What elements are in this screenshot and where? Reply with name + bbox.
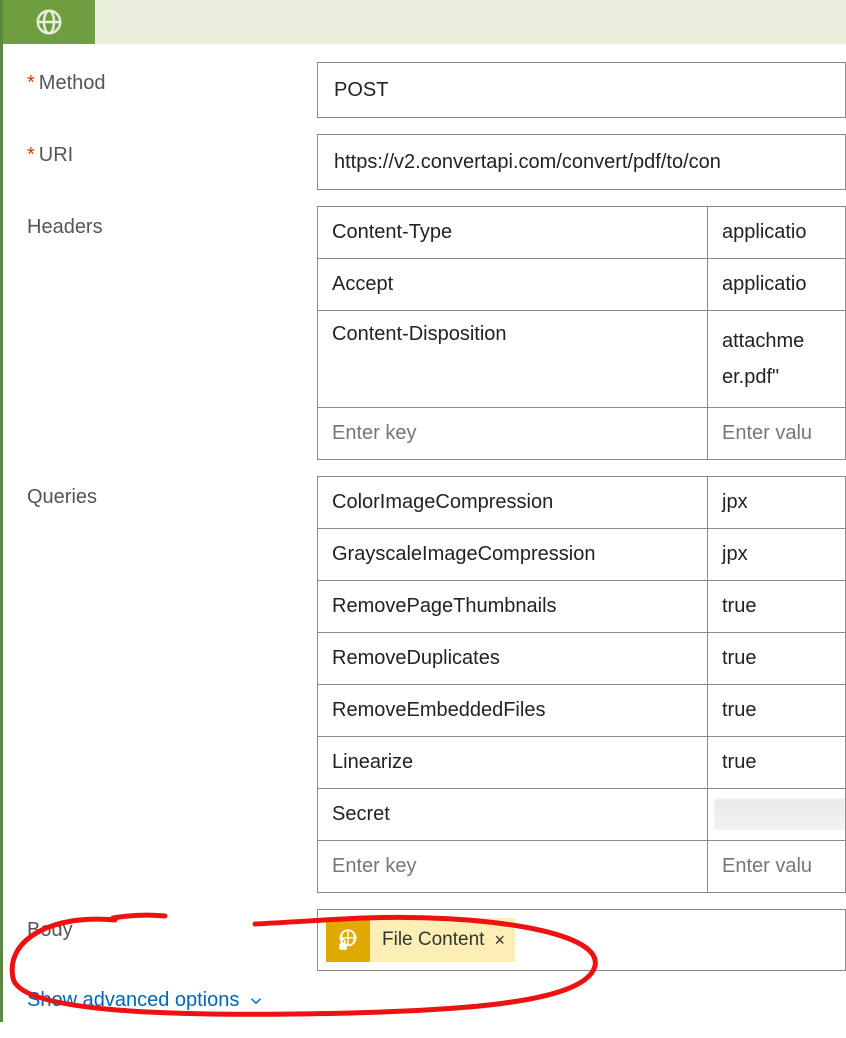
table-row: Secret xyxy=(318,789,846,841)
table-row-new: Enter key Enter valu xyxy=(318,408,846,460)
table-row: ColorImageCompressionjpx xyxy=(318,477,846,529)
query-value[interactable]: true xyxy=(708,685,846,737)
table-row: RemoveEmbeddedFilestrue xyxy=(318,685,846,737)
query-key[interactable]: Secret xyxy=(318,789,708,841)
file-content-token[interactable]: File Content × xyxy=(326,918,515,962)
uri-label: *URI xyxy=(27,134,317,167)
uri-row: *URI xyxy=(27,134,846,190)
method-row: *Method xyxy=(27,62,846,118)
table-row: RemoveDuplicatestrue xyxy=(318,633,846,685)
http-icon xyxy=(3,0,95,44)
method-label: *Method xyxy=(27,62,317,95)
header-key-new[interactable]: Enter key xyxy=(318,408,708,460)
method-input[interactable] xyxy=(317,62,846,118)
uri-input[interactable] xyxy=(317,134,846,190)
query-key[interactable]: ColorImageCompression xyxy=(318,477,708,529)
header-key[interactable]: Content-Disposition xyxy=(318,311,708,408)
query-value[interactable]: true xyxy=(708,737,846,789)
header-value[interactable]: applicatio xyxy=(708,259,846,311)
body-label: Body xyxy=(27,909,317,942)
action-header xyxy=(0,0,846,44)
query-value[interactable]: true xyxy=(708,633,846,685)
headers-table: Content-Type applicatio Accept applicati… xyxy=(317,206,846,460)
headers-row: Headers Content-Type applicatio Accept a… xyxy=(27,206,846,460)
query-key-new[interactable]: Enter key xyxy=(318,841,708,893)
body-input[interactable]: File Content × xyxy=(317,909,846,971)
body-row: Body File Content × xyxy=(27,909,846,971)
queries-label: Queries xyxy=(27,476,317,509)
headers-label: Headers xyxy=(27,206,317,239)
token-label: File Content xyxy=(382,929,484,951)
chevron-down-icon xyxy=(247,992,265,1010)
header-value[interactable]: attachmeer.pdf" xyxy=(708,311,846,408)
query-value-secret[interactable] xyxy=(708,789,846,841)
globe-lock-icon xyxy=(326,918,370,962)
query-value[interactable]: jpx xyxy=(708,477,846,529)
table-row: Content-Type applicatio xyxy=(318,207,846,259)
query-value-new[interactable]: Enter valu xyxy=(708,841,846,893)
table-row: RemovePageThumbnailstrue xyxy=(318,581,846,633)
queries-table: ColorImageCompressionjpx GrayscaleImageC… xyxy=(317,476,846,893)
header-value[interactable]: applicatio xyxy=(708,207,846,259)
table-row: Content-Disposition attachmeer.pdf" xyxy=(318,311,846,408)
close-icon[interactable]: × xyxy=(494,930,505,951)
queries-row: Queries ColorImageCompressionjpx Graysca… xyxy=(27,476,846,893)
header-value-new[interactable]: Enter valu xyxy=(708,408,846,460)
table-row: GrayscaleImageCompressionjpx xyxy=(318,529,846,581)
show-advanced-options-link[interactable]: Show advanced options xyxy=(27,989,265,1012)
table-row: Accept applicatio xyxy=(318,259,846,311)
table-row-new: Enter key Enter valu xyxy=(318,841,846,893)
http-action-panel: *Method *URI Headers Content-Type applic… xyxy=(0,44,846,1022)
header-key[interactable]: Accept xyxy=(318,259,708,311)
header-key[interactable]: Content-Type xyxy=(318,207,708,259)
table-row: Linearizetrue xyxy=(318,737,846,789)
query-value[interactable]: true xyxy=(708,581,846,633)
query-key[interactable]: RemoveDuplicates xyxy=(318,633,708,685)
query-value[interactable]: jpx xyxy=(708,529,846,581)
query-key[interactable]: RemoveEmbeddedFiles xyxy=(318,685,708,737)
query-key[interactable]: RemovePageThumbnails xyxy=(318,581,708,633)
query-key[interactable]: Linearize xyxy=(318,737,708,789)
query-key[interactable]: GrayscaleImageCompression xyxy=(318,529,708,581)
